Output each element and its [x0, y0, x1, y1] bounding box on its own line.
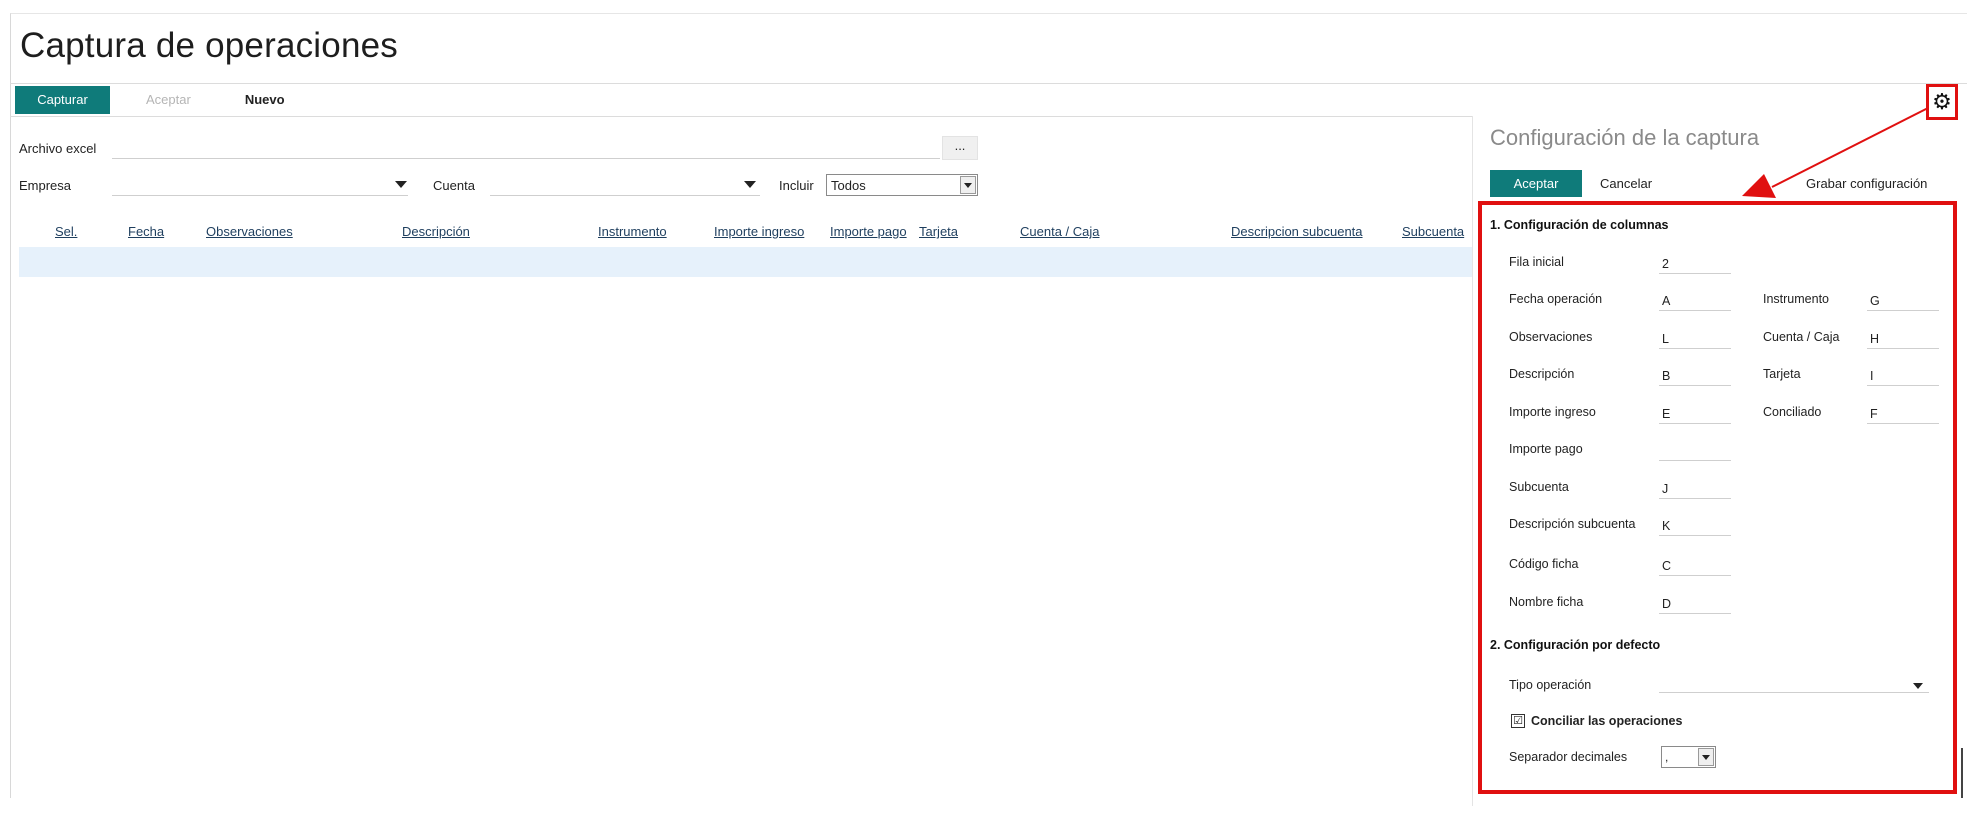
company-chevron-down-icon[interactable]: [395, 181, 407, 188]
accept-button[interactable]: Aceptar: [128, 86, 209, 114]
company-select[interactable]: [112, 178, 408, 196]
column-header-subcuenta[interactable]: Subcuenta: [1402, 224, 1464, 239]
toolbar: Capturar Aceptar Nuevo: [15, 86, 321, 114]
column-header-tarjeta[interactable]: Tarjeta: [919, 224, 958, 239]
column-header-observaciones[interactable]: Observaciones: [206, 224, 293, 239]
column-header-importe-pago[interactable]: Importe pago: [830, 224, 907, 239]
account-chevron-down-icon[interactable]: [744, 181, 756, 188]
save-configuration-button[interactable]: Grabar configuración: [1806, 170, 1927, 197]
column-header-sel[interactable]: Sel.: [55, 224, 77, 239]
title-divider: [10, 83, 1967, 84]
capture-button[interactable]: Capturar: [15, 86, 110, 114]
page-title: Captura de operaciones: [20, 26, 398, 65]
gear-icon: ⚙: [1932, 89, 1952, 114]
panel-accept-button[interactable]: Aceptar: [1490, 170, 1582, 197]
column-header-descripcion[interactable]: Descripción: [402, 224, 470, 239]
include-select[interactable]: Todos: [826, 174, 978, 196]
column-header-fecha[interactable]: Fecha: [128, 224, 164, 239]
include-label: Incluir: [779, 178, 814, 193]
highlight-box: [1478, 201, 1957, 794]
scroll-edge: [1961, 748, 1963, 798]
column-header-instrumento[interactable]: Instrumento: [598, 224, 667, 239]
company-label: Empresa: [19, 178, 72, 193]
new-button[interactable]: Nuevo: [227, 86, 303, 114]
column-header-descripcion-subcuenta[interactable]: Descripcion subcuenta: [1231, 224, 1363, 239]
account-select[interactable]: [490, 178, 760, 196]
settings-button[interactable]: ⚙: [1926, 84, 1958, 120]
excel-file-input[interactable]: [112, 141, 940, 159]
include-select-value: Todos: [831, 178, 866, 193]
include-dropdown-button[interactable]: [960, 176, 976, 194]
table-row[interactable]: [19, 247, 1474, 277]
panel-title: Configuración de la captura: [1490, 125, 1760, 150]
column-header-cuenta-caja[interactable]: Cuenta / Caja: [1020, 224, 1100, 239]
excel-file-label: Archivo excel: [19, 141, 97, 156]
chevron-down-icon: [964, 183, 972, 188]
browse-file-button[interactable]: ...: [942, 136, 978, 160]
column-header-importe-ingreso[interactable]: Importe ingreso: [714, 224, 804, 239]
panel-cancel-button[interactable]: Cancelar: [1600, 170, 1652, 197]
account-label: Cuenta: [433, 178, 475, 193]
